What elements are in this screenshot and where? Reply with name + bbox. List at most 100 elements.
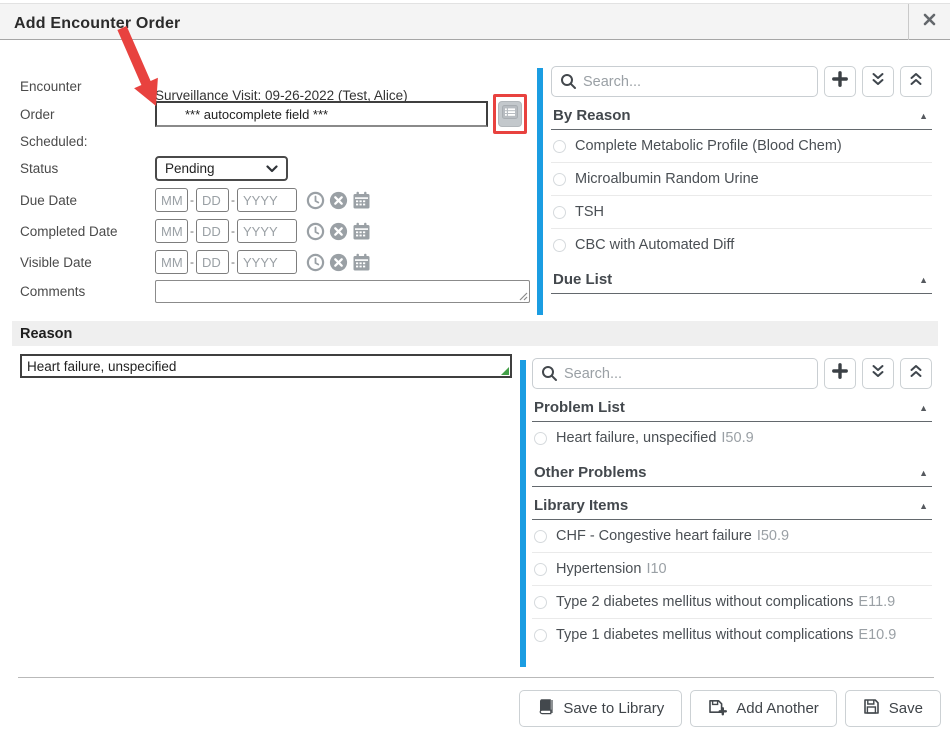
encounter-row: Encounter Surveillance Visit: 09-26-2022… [20, 70, 408, 103]
due-date-label: Due Date [20, 193, 155, 208]
collapse-icon[interactable]: ▲ [919, 111, 928, 121]
date-separator: - [231, 255, 235, 269]
visible-date-mm-input[interactable] [155, 250, 188, 274]
visible-date-label: Visible Date [20, 255, 155, 270]
status-row: Status Pending [20, 156, 288, 181]
completed-date-time-icon[interactable] [306, 222, 325, 241]
status-select[interactable]: Pending [155, 156, 288, 181]
add-reason-button[interactable] [824, 358, 856, 389]
completed-date-yyyy-input[interactable] [237, 219, 297, 243]
collapse-icon[interactable]: ▲ [919, 275, 928, 285]
add-another-button[interactable]: Add Another [690, 690, 837, 727]
search-icon [541, 365, 558, 387]
expand-all-button[interactable] [862, 358, 894, 389]
add-encounter-order-dialog: Add Encounter Order Encounter Surveillan… [0, 0, 950, 735]
radio-icon[interactable] [553, 140, 566, 153]
visible-date-time-icon[interactable] [306, 253, 325, 272]
order-autocomplete-input[interactable]: *** autocomplete field *** [155, 101, 488, 127]
radio-icon[interactable] [553, 206, 566, 219]
completed-date-row: Completed Date - - [20, 219, 371, 243]
radio-icon[interactable] [534, 530, 547, 543]
radio-icon[interactable] [553, 173, 566, 186]
list-item[interactable]: Heart failure, unspecifiedI50.9 [532, 422, 932, 454]
collapse-icon[interactable]: ▲ [919, 468, 928, 478]
add-order-button[interactable] [824, 66, 856, 97]
scheduled-label: Scheduled: [20, 134, 155, 149]
collapse-all-button[interactable] [900, 66, 932, 97]
expand-all-button[interactable] [862, 66, 894, 97]
comments-textarea[interactable] [155, 280, 530, 303]
order-label: Order [20, 107, 155, 122]
status-label: Status [20, 161, 155, 176]
search-icon [560, 73, 577, 95]
dialog-title: Add Encounter Order [14, 15, 180, 33]
due-date-calendar-icon[interactable] [352, 191, 371, 210]
list-item[interactable]: CHF - Congestive heart failureI50.9 [532, 520, 932, 553]
visible-date-yyyy-input[interactable] [237, 250, 297, 274]
visible-date-dd-input[interactable] [196, 250, 229, 274]
close-button[interactable] [908, 4, 950, 40]
chevron-down-icon [266, 161, 278, 176]
visible-date-clear-icon[interactable] [329, 253, 348, 272]
due-date-time-icon[interactable] [306, 191, 325, 210]
double-chevron-down-icon [870, 364, 886, 384]
visible-date-calendar-icon[interactable] [352, 253, 371, 272]
date-separator: - [190, 193, 194, 207]
diagnosis-code: I50.9 [757, 528, 789, 544]
due-date-clear-icon[interactable] [329, 191, 348, 210]
collapse-all-button[interactable] [900, 358, 932, 389]
completed-date-mm-input[interactable] [155, 219, 188, 243]
floppy-icon [863, 698, 880, 719]
close-icon [923, 13, 936, 31]
list-item[interactable]: Type 2 diabetes mellitus without complic… [532, 586, 932, 619]
status-selected-value: Pending [165, 161, 215, 176]
comments-row: Comments [20, 280, 530, 303]
plus-icon [832, 71, 848, 92]
reason-picker-panel: Problem List ▲ Heart failure, unspecifie… [520, 358, 932, 667]
list-item[interactable]: HypertensionI10 [532, 553, 932, 586]
due-date-dd-input[interactable] [196, 188, 229, 212]
save-to-library-button[interactable]: Save to Library [519, 690, 682, 727]
list-item[interactable]: Type 1 diabetes mellitus without complic… [532, 619, 932, 651]
section-header-other-problems[interactable]: Other Problems ▲ [532, 458, 932, 487]
reason-search-input[interactable] [532, 358, 818, 389]
order-picker-panel: By Reason ▲ Complete Metabolic Profile (… [537, 66, 932, 315]
plus-icon [832, 363, 848, 384]
radio-icon[interactable] [534, 596, 547, 609]
radio-icon[interactable] [553, 239, 566, 252]
date-separator: - [190, 224, 194, 238]
list-item[interactable]: TSH [551, 196, 932, 229]
section-header-due-list[interactable]: Due List ▲ [551, 265, 932, 294]
section-header-problem-list[interactable]: Problem List ▲ [532, 393, 932, 422]
list-item[interactable]: CBC with Automated Diff [551, 229, 932, 261]
radio-icon[interactable] [534, 432, 547, 445]
radio-icon[interactable] [534, 563, 547, 576]
completed-date-dd-input[interactable] [196, 219, 229, 243]
due-date-yyyy-input[interactable] [237, 188, 297, 212]
resize-handle-icon[interactable] [518, 291, 528, 301]
reason-autocomplete-input[interactable]: Heart failure, unspecified [20, 354, 512, 378]
visible-date-row: Visible Date - - [20, 250, 371, 274]
section-header-by-reason[interactable]: By Reason ▲ [551, 101, 932, 130]
dialog-titlebar: Add Encounter Order [0, 3, 950, 40]
list-item[interactable]: Microalbumin Random Urine [551, 163, 932, 196]
diagnosis-code: E11.9 [858, 594, 895, 610]
encounter-label: Encounter [20, 79, 155, 94]
footer-buttons: Save to Library Add Another Save [519, 690, 941, 727]
collapse-icon[interactable]: ▲ [919, 501, 928, 511]
collapse-icon[interactable]: ▲ [919, 403, 928, 413]
order-list-button[interactable] [498, 101, 522, 127]
due-date-mm-input[interactable] [155, 188, 188, 212]
completed-date-label: Completed Date [20, 224, 155, 239]
comments-label: Comments [20, 284, 155, 299]
completed-date-calendar-icon[interactable] [352, 222, 371, 241]
order-search-input[interactable] [551, 66, 818, 97]
completed-date-clear-icon[interactable] [329, 222, 348, 241]
radio-icon[interactable] [534, 629, 547, 642]
section-header-library-items[interactable]: Library Items ▲ [532, 491, 932, 520]
save-plus-icon [708, 698, 727, 720]
save-button[interactable]: Save [845, 690, 941, 727]
scheduled-row: Scheduled: [20, 134, 155, 149]
reason-search-row [532, 358, 932, 389]
list-item[interactable]: Complete Metabolic Profile (Blood Chem) [551, 130, 932, 163]
